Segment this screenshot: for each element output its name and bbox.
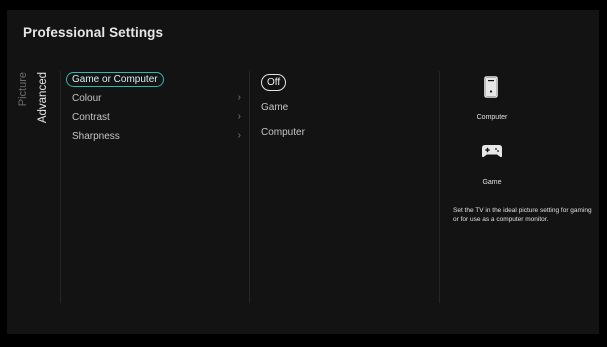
menu-item-label: Game or Computer — [66, 72, 164, 87]
chevron-right-icon: › — [237, 92, 241, 103]
setting-description: Set the TV in the ideal picture setting … — [453, 207, 592, 223]
tab-advanced[interactable]: Advanced — [37, 72, 49, 123]
menu-item-label: Colour — [72, 93, 102, 104]
menu-item-label: Sharpness — [72, 131, 120, 142]
option-off[interactable]: Off — [255, 70, 435, 95]
tv-settings-screen: Professional Settings Picture Advanced G… — [7, 10, 599, 334]
option-game[interactable]: Game — [255, 95, 435, 120]
menu-item-sharpness[interactable]: Sharpness › — [65, 127, 245, 146]
option-computer[interactable]: Computer — [255, 120, 435, 145]
menu-item-colour[interactable]: Colour › — [65, 89, 245, 108]
menu-item-contrast[interactable]: Contrast › — [65, 108, 245, 127]
page-title: Professional Settings — [23, 25, 164, 40]
computer-tower-icon — [484, 76, 498, 103]
computer-label: Computer — [476, 114, 508, 121]
chevron-right-icon: › — [237, 111, 241, 122]
column-divider-right — [439, 71, 440, 303]
column-divider-middle — [249, 71, 250, 303]
game-or-computer-options: Off Game Computer — [255, 70, 435, 145]
option-label: Computer — [261, 127, 305, 138]
chevron-right-icon: › — [237, 130, 241, 141]
option-label: Game — [261, 102, 289, 113]
menu-item-game-or-computer[interactable]: Game or Computer — [65, 70, 245, 89]
gamepad-icon — [481, 144, 503, 163]
game-label: Game — [482, 179, 502, 186]
column-divider-left — [60, 71, 61, 303]
advanced-menu: Game or Computer Colour › Contrast › Sha… — [65, 70, 245, 146]
option-label: Off — [261, 74, 287, 91]
tab-picture[interactable]: Picture — [17, 72, 29, 106]
menu-item-label: Contrast — [72, 112, 110, 123]
